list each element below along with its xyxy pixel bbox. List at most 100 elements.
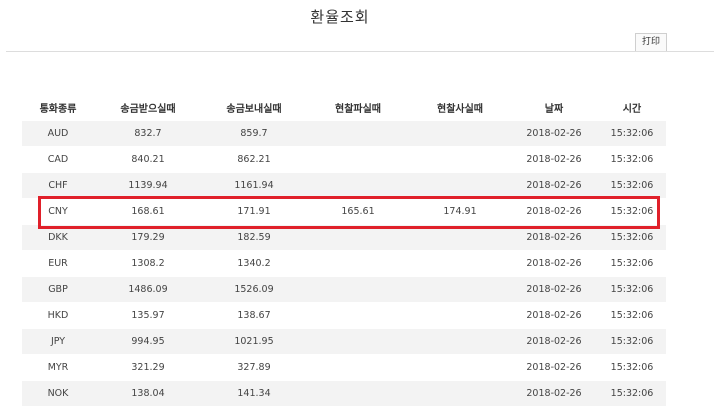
cell-currency: JPY: [22, 327, 94, 354]
cell-time: 15:32:06: [598, 171, 666, 198]
cell-cash-sell: [306, 379, 410, 406]
cell-currency: DKK: [22, 223, 94, 250]
cell-cash-sell: [306, 119, 410, 146]
cell-currency: CAD: [22, 145, 94, 172]
cell-date: 2018-02-26: [510, 327, 598, 354]
table-row: HKD 135.97 138.67 2018-02-26 15:32:06: [22, 301, 666, 328]
cell-time: 15:32:06: [598, 249, 666, 276]
table-row: DKK 179.29 182.59 2018-02-26 15:32:06: [22, 223, 666, 250]
cell-currency: HKD: [22, 301, 94, 328]
header-time: 시간: [622, 104, 642, 116]
cell-receive-remittance: 1486.09: [94, 275, 202, 302]
cell-cash-buy: [410, 223, 510, 250]
table-row: MYR 321.29 327.89 2018-02-26 15:32:06: [22, 353, 666, 380]
cell-cash-buy: [410, 275, 510, 302]
cell-cash-sell: [306, 327, 410, 354]
cell-currency: CHF: [22, 171, 94, 198]
cell-date: 2018-02-26: [510, 379, 598, 406]
cell-receive-remittance: 1308.2: [94, 249, 202, 276]
cell-send-remittance: 171.91: [202, 197, 306, 224]
cell-time: 15:32:06: [598, 301, 666, 328]
cell-currency: CNY: [22, 197, 94, 224]
cell-cash-buy: [410, 353, 510, 380]
cell-time: 15:32:06: [598, 145, 666, 172]
cell-date: 2018-02-26: [510, 249, 598, 276]
table-row: JPY 994.95 1021.95 2018-02-26 15:32:06: [22, 327, 666, 354]
cell-date: 2018-02-26: [510, 223, 598, 250]
cell-cash-buy: [410, 379, 510, 406]
header-currency: 통화종류: [39, 104, 77, 116]
cell-receive-remittance: 179.29: [94, 223, 202, 250]
cell-cash-buy: [410, 301, 510, 328]
cell-time: 15:32:06: [598, 327, 666, 354]
cell-send-remittance: 138.67: [202, 301, 306, 328]
table-row: CAD 840.21 862.21 2018-02-26 15:32:06: [22, 145, 666, 172]
cell-cash-sell: [306, 275, 410, 302]
cell-receive-remittance: 832.7: [94, 119, 202, 146]
header-send-remittance: 송금보내실때: [226, 104, 282, 116]
cell-cash-sell: [306, 301, 410, 328]
header-receive-remittance: 송금받으실때: [120, 104, 176, 116]
cell-currency: AUD: [22, 119, 94, 146]
cell-send-remittance: 1340.2: [202, 249, 306, 276]
cell-date: 2018-02-26: [510, 145, 598, 172]
cell-send-remittance: 182.59: [202, 223, 306, 250]
table-row: CNY 168.61 171.91 165.61 174.91 2018-02-26 15:…: [22, 197, 666, 224]
table-body: AUD 832.7 859.7 2018-02-26 15:32:06 CAD 840.21…: [22, 119, 666, 406]
cell-send-remittance: 141.34: [202, 379, 306, 406]
cell-send-remittance: 1021.95: [202, 327, 306, 354]
cell-date: 2018-02-26: [510, 171, 598, 198]
cell-cash-buy: [410, 119, 510, 146]
cell-currency: EUR: [22, 249, 94, 276]
cell-receive-remittance: 168.61: [94, 197, 202, 224]
cell-receive-remittance: 840.21: [94, 145, 202, 172]
cell-currency: MYR: [22, 353, 94, 380]
cell-cash-sell: [306, 353, 410, 380]
title-divider: [6, 51, 714, 52]
cell-send-remittance: 327.89: [202, 353, 306, 380]
cell-cash-sell: [306, 223, 410, 250]
cell-send-remittance: 1161.94: [202, 171, 306, 198]
header-cash-buy: 현찰사실때: [437, 104, 483, 116]
cell-time: 15:32:06: [598, 353, 666, 380]
cell-time: 15:32:06: [598, 379, 666, 406]
table-header-row: 통화종류 송금받으실때 송금보내실때 현찰파실때 현찰사실때 날짜 시간: [22, 96, 666, 120]
header-date: 날짜: [544, 104, 564, 116]
table-row: CHF 1139.94 1161.94 2018-02-26 15:32:06: [22, 171, 666, 198]
cell-cash-buy: [410, 171, 510, 198]
table-row: GBP 1486.09 1526.09 2018-02-26 15:32:06: [22, 275, 666, 302]
page-title: 환율조회: [310, 8, 370, 26]
exchange-rate-table: 통화종류 송금받으실때 송금보내실때 현찰파실때 현찰사실때 날짜 시간 AUD…: [22, 96, 666, 406]
exchange-rate-page: 환율조회 打印 통화종류 송금받으실때 송금보내실때 현찰파실때 현찰사실때 날…: [0, 0, 720, 410]
cell-cash-buy: [410, 327, 510, 354]
cell-time: 15:32:06: [598, 275, 666, 302]
cell-date: 2018-02-26: [510, 275, 598, 302]
cell-send-remittance: 859.7: [202, 119, 306, 146]
cell-cash-buy: [410, 145, 510, 172]
cell-cash-sell: [306, 249, 410, 276]
cell-time: 15:32:06: [598, 197, 666, 224]
cell-cash-buy: [410, 249, 510, 276]
cell-currency: GBP: [22, 275, 94, 302]
print-button[interactable]: 打印: [635, 33, 667, 51]
cell-date: 2018-02-26: [510, 197, 598, 224]
table-row: NOK 138.04 141.34 2018-02-26 15:32:06: [22, 379, 666, 406]
cell-currency: NOK: [22, 379, 94, 406]
cell-send-remittance: 862.21: [202, 145, 306, 172]
cell-date: 2018-02-26: [510, 301, 598, 328]
table-row: AUD 832.7 859.7 2018-02-26 15:32:06: [22, 119, 666, 146]
cell-date: 2018-02-26: [510, 353, 598, 380]
cell-receive-remittance: 135.97: [94, 301, 202, 328]
cell-receive-remittance: 1139.94: [94, 171, 202, 198]
table-row: EUR 1308.2 1340.2 2018-02-26 15:32:06: [22, 249, 666, 276]
cell-time: 15:32:06: [598, 223, 666, 250]
cell-receive-remittance: 138.04: [94, 379, 202, 406]
cell-date: 2018-02-26: [510, 119, 598, 146]
cell-cash-sell: 165.61: [306, 197, 410, 224]
cell-receive-remittance: 994.95: [94, 327, 202, 354]
cell-cash-sell: [306, 145, 410, 172]
cell-receive-remittance: 321.29: [94, 353, 202, 380]
cell-cash-buy: 174.91: [410, 197, 510, 224]
cell-time: 15:32:06: [598, 119, 666, 146]
cell-send-remittance: 1526.09: [202, 275, 306, 302]
